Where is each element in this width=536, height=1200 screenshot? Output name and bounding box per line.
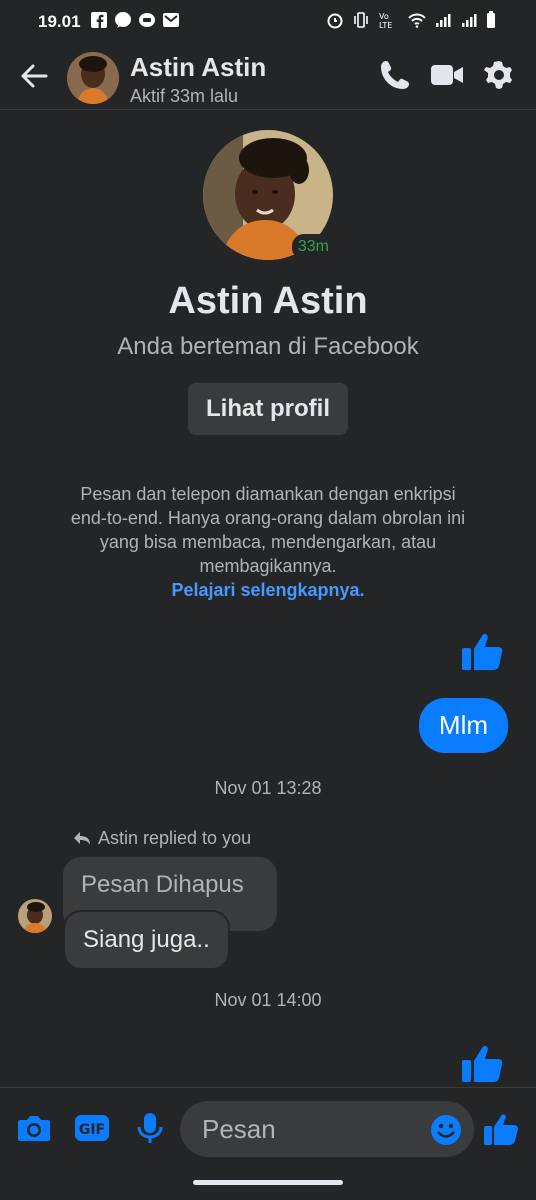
message-composer: GIF xyxy=(0,1087,536,1167)
alarm-icon xyxy=(327,13,343,29)
reply-label: Astin replied to you xyxy=(98,828,252,848)
message-icon xyxy=(139,13,155,27)
header-active-status: Aktif 33m lalu xyxy=(130,86,239,106)
encryption-text: Pesan dan telepon diamankan dengan enkri… xyxy=(70,484,466,576)
active-time-badge: 33m xyxy=(291,234,335,260)
outgoing-message-bubble[interactable]: Mlm xyxy=(418,698,508,753)
reply-icon xyxy=(74,831,90,845)
vibrate-icon xyxy=(354,12,368,28)
chat-header: Astin Astin Aktif 33m lalu xyxy=(0,44,536,110)
profile-card: 33m Astin Astin Anda berteman di Faceboo… xyxy=(0,130,536,435)
gear-icon[interactable] xyxy=(482,58,516,92)
header-contact-name[interactable]: Astin Astin xyxy=(130,52,266,83)
phone-call-icon[interactable] xyxy=(378,58,412,92)
svg-text:GIF: GIF xyxy=(79,1122,105,1138)
profile-name: Astin Astin xyxy=(168,280,368,322)
svg-text:LTE: LTE xyxy=(379,21,392,29)
send-like-icon[interactable] xyxy=(482,1110,520,1148)
signal-icon xyxy=(462,14,477,27)
profile-avatar[interactable]: 33m xyxy=(203,130,335,260)
svg-text:Vo: Vo xyxy=(379,12,389,21)
video-call-icon[interactable] xyxy=(430,58,464,92)
volte-icon: VoLTE xyxy=(379,12,392,29)
thumbs-up-icon xyxy=(462,633,503,670)
back-arrow-icon[interactable] xyxy=(18,60,50,92)
battery-icon xyxy=(487,11,495,28)
gesture-nav-bar[interactable] xyxy=(193,1180,343,1185)
message-timestamp: Nov 01 14:00 xyxy=(214,990,322,1010)
facebook-icon xyxy=(91,12,107,28)
learn-more-link[interactable]: Pelajari selengkapnya. xyxy=(60,578,476,602)
sender-avatar[interactable] xyxy=(18,899,52,933)
gif-icon[interactable]: GIF xyxy=(74,1110,110,1146)
camera-icon[interactable] xyxy=(16,1110,52,1146)
status-bar: 19.01 Vo LTE xyxy=(0,0,536,44)
emoji-icon[interactable] xyxy=(430,1114,462,1146)
signal-icon xyxy=(436,14,451,27)
friendship-status: Anda berteman di Facebook xyxy=(117,333,419,360)
thumbs-up-icon xyxy=(462,1045,503,1082)
message-timestamp: Nov 01 13:28 xyxy=(214,778,322,798)
incoming-message-bubble[interactable]: Siang juga.. xyxy=(63,910,230,970)
gmail-icon xyxy=(163,13,179,27)
view-profile-button[interactable]: Lihat profil xyxy=(188,383,348,435)
reply-indicator: Astin replied to you xyxy=(72,828,251,849)
header-avatar[interactable] xyxy=(67,52,119,104)
encryption-notice: Pesan dan telepon diamankan dengan enkri… xyxy=(60,482,476,602)
messenger-icon xyxy=(115,12,131,28)
microphone-icon[interactable] xyxy=(132,1110,168,1146)
status-time: 19.01 xyxy=(38,12,81,31)
wifi-icon xyxy=(408,13,426,28)
